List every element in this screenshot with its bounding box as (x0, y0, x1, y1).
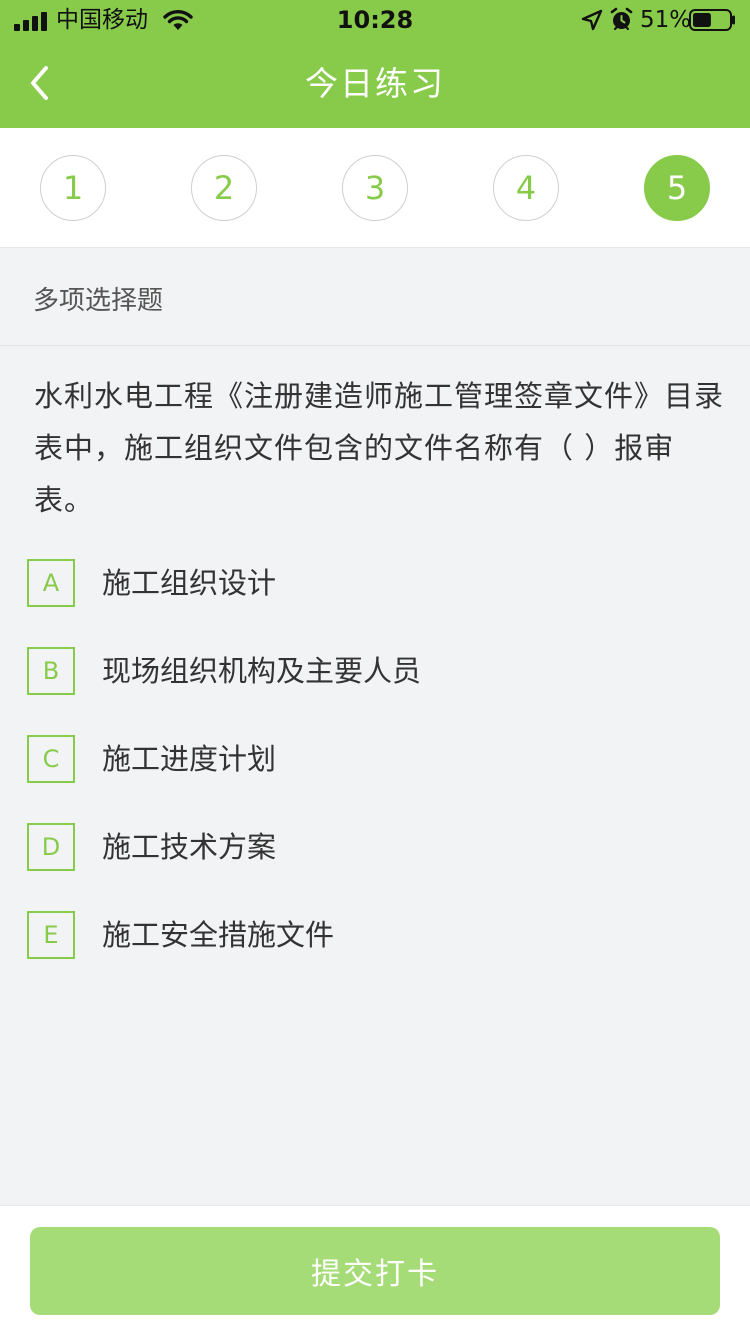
step-4[interactable]: 4 (493, 155, 559, 221)
option-label: 施工安全措施文件 (102, 918, 335, 952)
option-checkbox[interactable]: D (27, 823, 75, 871)
question-line: 表。 (34, 483, 95, 517)
option-label: 施工进度计划 (102, 742, 277, 776)
location-icon (581, 9, 603, 31)
option-d[interactable]: D 施工技术方案 (27, 823, 717, 871)
option-label: 施工技术方案 (102, 830, 277, 864)
question-line: 水利水电工程《注册建造师施工管理签章文件》目录 (34, 379, 725, 413)
step-3[interactable]: 3 (342, 155, 408, 221)
option-c[interactable]: C 施工进度计划 (27, 735, 717, 783)
alarm-icon (610, 7, 633, 31)
question-line: 表中，施工组织文件包含的文件名称有（ ）报审 (34, 431, 675, 465)
clock: 10:28 (336, 6, 414, 34)
practice-page: 中国移动 10:28 51% 今日练习 1 2 3 4 5 多项选择题 水利水电… (0, 0, 750, 1334)
header: 中国移动 10:28 51% 今日练习 (0, 0, 750, 128)
option-checkbox[interactable]: C (27, 735, 75, 783)
option-checkbox[interactable]: A (27, 559, 75, 607)
option-checkbox[interactable]: B (27, 647, 75, 695)
question-type-bar: 多项选择题 (0, 248, 750, 346)
page-title: 今日练习 (305, 64, 445, 103)
status-bar: 中国移动 10:28 51% (0, 0, 750, 40)
battery-icon (689, 9, 735, 31)
step-1[interactable]: 1 (40, 155, 106, 221)
option-b[interactable]: B 现场组织机构及主要人员 (27, 647, 717, 695)
question-steps: 1 2 3 4 5 (0, 128, 750, 248)
footer: 提交打卡 (0, 1205, 750, 1334)
option-label: 现场组织机构及主要人员 (102, 654, 422, 688)
nav-bar: 今日练习 (0, 40, 750, 128)
option-e[interactable]: E 施工安全措施文件 (27, 911, 717, 959)
battery-percent: 51% (640, 7, 692, 33)
step-2[interactable]: 2 (191, 155, 257, 221)
option-checkbox[interactable]: E (27, 911, 75, 959)
question-stem: 水利水电工程《注册建造师施工管理签章文件》目录 表中，施工组织文件包含的文件名称… (34, 370, 730, 526)
option-a[interactable]: A 施工组织设计 (27, 559, 717, 607)
step-5[interactable]: 5 (644, 155, 710, 221)
question-type: 多项选择题 (33, 286, 164, 316)
option-label: 施工组织设计 (102, 566, 277, 600)
submit-checkin-button[interactable]: 提交打卡 (30, 1227, 720, 1315)
